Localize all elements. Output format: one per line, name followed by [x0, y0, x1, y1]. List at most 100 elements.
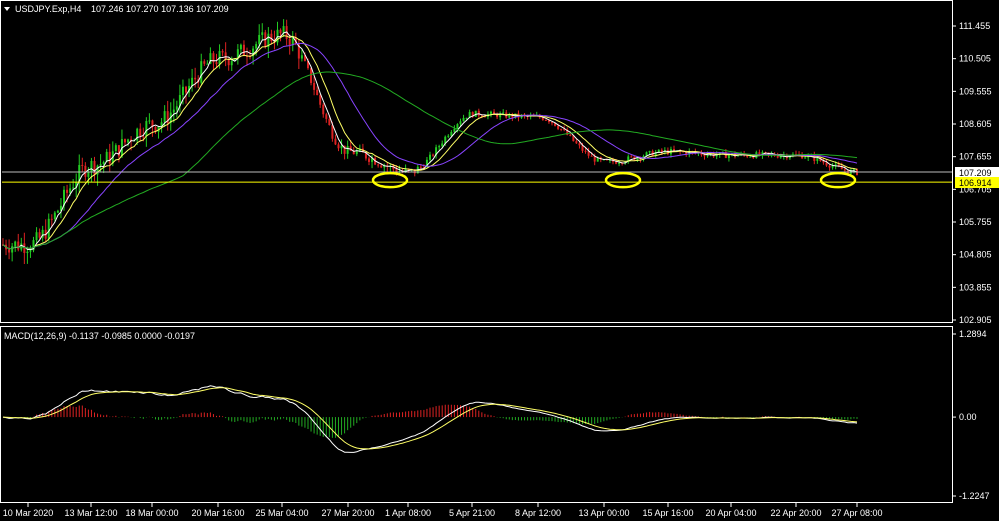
candle-body	[551, 122, 553, 124]
candle-body	[368, 158, 370, 162]
candle-body	[465, 117, 468, 119]
candle-body	[279, 29, 282, 34]
price-tick-label: 105.755	[959, 217, 992, 227]
candle-body	[322, 104, 325, 115]
level-price-tag: 106.914	[955, 177, 999, 188]
candle-body	[319, 95, 322, 105]
chart-header: USDJPY.Exp,H4 107.246 107.270 107.136 10…	[4, 4, 229, 14]
time-tick-label: 5 Apr 21:00	[449, 508, 495, 518]
price-tick-label: 103.855	[959, 282, 992, 292]
candle-body	[456, 124, 459, 129]
symbol-dropdown-icon[interactable]	[4, 7, 10, 11]
candle-body	[90, 160, 93, 172]
price-levels-group	[2, 171, 952, 183]
candle-body	[459, 121, 462, 125]
support-touch-circle[interactable]	[371, 171, 409, 189]
candle-body	[255, 44, 258, 49]
candle-body	[575, 141, 578, 144]
candle-body	[340, 145, 343, 149]
candle-body	[493, 111, 496, 114]
candle-body	[270, 33, 273, 42]
candle-body	[300, 55, 303, 59]
candle-body	[117, 145, 120, 157]
time-tick-label: 20 Mar 16:00	[191, 508, 244, 518]
candle-body	[325, 114, 328, 119]
candle-body	[127, 139, 130, 143]
candle-body	[502, 112, 505, 114]
candle-body	[447, 135, 450, 137]
candle-body	[29, 250, 32, 252]
candle-body	[181, 86, 184, 96]
candle-body	[346, 146, 349, 154]
candle-body	[23, 243, 26, 254]
candle-body	[852, 169, 855, 171]
candle-body	[441, 143, 444, 147]
candle-body	[825, 162, 828, 166]
candle-body	[584, 150, 587, 152]
candle-body	[11, 246, 14, 253]
candle-body	[630, 156, 633, 158]
candle-body	[831, 165, 834, 168]
candle-body	[749, 156, 752, 158]
candle-body	[215, 62, 218, 65]
ohlc-values: 107.246 107.270 107.136 107.209	[91, 4, 229, 14]
candle-body	[108, 151, 111, 164]
macd-header: MACD(12,26,9) -0.1137 -0.0985 0.0000 -0.…	[4, 331, 195, 341]
candle-body	[35, 232, 38, 241]
candle-body	[142, 136, 145, 138]
candle-body	[124, 139, 126, 143]
time-tick-label: 18 Mar 00:00	[125, 508, 178, 518]
candle-body	[47, 218, 50, 239]
candle-body	[380, 165, 383, 168]
highlight-circles-group	[371, 171, 857, 189]
time-tick-label: 27 Mar 20:00	[321, 508, 374, 518]
candle-body	[310, 68, 313, 83]
support-touch-circle[interactable]	[604, 171, 642, 189]
candle-body	[673, 149, 675, 151]
price-tick-label: 102.905	[959, 315, 992, 325]
candle-body	[477, 110, 480, 116]
support-touch-circle[interactable]	[819, 171, 857, 189]
candle-body	[569, 134, 572, 136]
candle-body	[618, 162, 621, 164]
candle-body	[14, 241, 17, 247]
candle-body	[227, 59, 230, 66]
candle-body	[53, 212, 56, 219]
candle-body	[172, 109, 175, 113]
candle-body	[544, 119, 547, 121]
candle-body	[450, 131, 453, 136]
candle-body	[776, 156, 779, 158]
candle-body	[194, 77, 197, 80]
moving-averages-group	[2, 31, 858, 251]
candle-body	[490, 111, 492, 114]
candle-body	[203, 61, 206, 64]
candle-body	[185, 86, 187, 93]
time-tick-label: 27 Apr 08:00	[831, 508, 882, 518]
candle-body	[102, 162, 105, 165]
candle-body	[453, 128, 456, 132]
price-tick-label: 109.555	[959, 86, 992, 96]
price-tick-label: 104.805	[959, 250, 992, 260]
time-tick-label: 25 Mar 04:00	[255, 508, 308, 518]
candle-body	[578, 143, 581, 146]
candle-body	[261, 32, 264, 35]
trading-chart[interactable]: 111.455110.505109.555108.605107.655106.7…	[0, 0, 999, 521]
candle-body	[239, 44, 242, 50]
candle-body	[72, 187, 75, 189]
candle-body	[377, 164, 380, 166]
candle-body	[804, 157, 807, 159]
price-tick-label: 107.655	[959, 152, 992, 162]
candle-body	[17, 241, 20, 250]
candle-body	[230, 61, 233, 66]
candle-body	[328, 118, 331, 125]
candle-body	[316, 89, 319, 96]
time-tick-label: 1 Apr 08:00	[385, 508, 431, 518]
candle-body	[99, 164, 102, 166]
macd-panel-frame	[0, 326, 953, 503]
candle-body	[648, 151, 651, 153]
time-tick-label: 15 Apr 16:00	[642, 508, 693, 518]
candle-body	[81, 164, 84, 166]
candle-body	[432, 154, 435, 156]
time-tick-label: 20 Apr 04:00	[705, 508, 756, 518]
candle-body	[334, 138, 337, 145]
